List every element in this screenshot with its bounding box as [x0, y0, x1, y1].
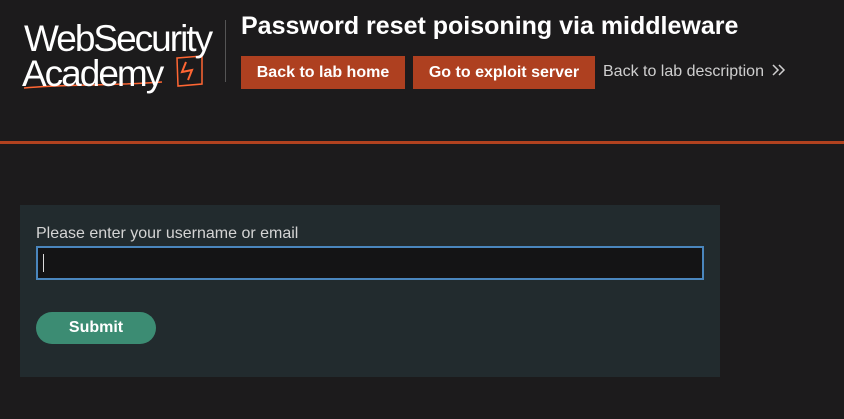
go-to-exploit-server-button[interactable]: Go to exploit server	[413, 56, 595, 89]
password-reset-form: Please enter your username or email Subm…	[20, 205, 720, 377]
lab-title: Password reset poisoning via middleware	[241, 12, 739, 40]
header-divider-rule	[0, 141, 844, 144]
page-header: WebSecurity Academy Password reset poiso…	[0, 0, 844, 141]
submit-button[interactable]: Submit	[36, 312, 156, 344]
back-to-lab-description-label: Back to lab description	[603, 63, 764, 80]
logo-text-line1: WebSecurity	[24, 18, 213, 59]
web-security-academy-logo[interactable]: WebSecurity Academy	[22, 18, 226, 94]
double-chevron-right-icon	[772, 63, 786, 81]
back-to-lab-home-button[interactable]: Back to lab home	[241, 56, 405, 89]
back-to-lab-description-link[interactable]: Back to lab description	[603, 63, 786, 81]
text-cursor	[43, 254, 44, 272]
logo-divider	[225, 20, 226, 82]
username-email-input[interactable]	[36, 246, 704, 280]
username-email-label: Please enter your username or email	[36, 225, 299, 242]
logo-text-line2: Academy	[22, 53, 164, 94]
